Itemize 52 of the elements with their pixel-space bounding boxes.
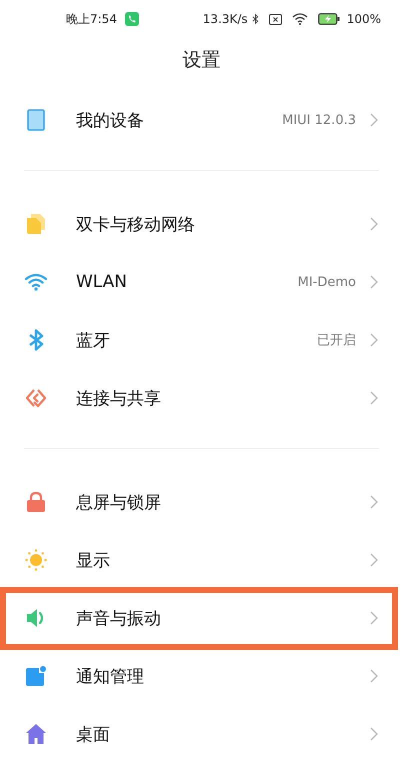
wifi-icon	[292, 13, 308, 25]
item-label: 连接与共享	[76, 388, 161, 410]
notification-icon	[25, 665, 47, 687]
share-icon	[25, 387, 47, 409]
sim-error-icon	[268, 14, 282, 24]
chevron-right-icon	[370, 113, 378, 127]
item-label: 声音与振动	[76, 608, 161, 630]
sim-cards-icon	[26, 213, 46, 235]
home-icon	[25, 723, 47, 745]
settings-item[interactable]: 我的设备 MIUI 12.0.3	[0, 91, 403, 149]
wifi-icon	[24, 273, 48, 291]
settings-item[interactable]: WLAN MI-Demo	[0, 253, 403, 311]
bluetooth-icon	[252, 13, 259, 25]
chevron-right-icon	[370, 727, 378, 741]
settings-item[interactable]: 双卡与移动网络	[0, 195, 403, 253]
item-label: 蓝牙	[76, 330, 110, 352]
item-label: 息屏与锁屏	[76, 492, 161, 514]
settings-item[interactable]: 显示	[0, 531, 403, 589]
chevron-right-icon	[370, 553, 378, 567]
tablet-icon	[27, 109, 45, 131]
speaker-icon	[26, 608, 46, 628]
chevron-right-icon	[370, 611, 378, 625]
settings-item[interactable]: 桌面	[0, 705, 403, 761]
settings-item[interactable]: 蓝牙 已开启	[0, 311, 403, 369]
bluetooth-icon	[28, 329, 44, 351]
status-time: 晚上7:54	[66, 10, 117, 28]
chevron-right-icon	[370, 275, 378, 289]
settings-item[interactable]: 连接与共享	[0, 369, 403, 427]
phone-call-icon	[124, 12, 139, 26]
item-label: 通知管理	[76, 666, 144, 688]
settings-item[interactable]: 通知管理	[0, 647, 403, 705]
item-value: 已开启	[317, 332, 356, 349]
chevron-right-icon	[370, 669, 378, 683]
item-value: MIUI 12.0.3	[282, 112, 356, 128]
battery-charging-icon	[318, 13, 340, 25]
battery-percent: 100%	[346, 12, 381, 26]
sun-icon	[25, 549, 47, 571]
chevron-right-icon	[370, 391, 378, 405]
chevron-right-icon	[370, 333, 378, 347]
item-label: 双卡与移动网络	[76, 214, 195, 236]
item-label: 我的设备	[76, 110, 144, 132]
settings-item[interactable]: 声音与振动	[0, 589, 403, 647]
item-value: MI-Demo	[298, 274, 356, 290]
network-speed: 13.3K/s	[202, 12, 248, 26]
lock-icon	[26, 491, 46, 513]
chevron-right-icon	[370, 495, 378, 509]
settings-item[interactable]: 息屏与锁屏	[0, 473, 403, 531]
item-label: WLAN	[76, 272, 128, 292]
item-label: 桌面	[76, 724, 110, 746]
page-title: 设置	[182, 48, 222, 73]
chevron-right-icon	[370, 217, 378, 231]
item-label: 显示	[76, 550, 110, 572]
